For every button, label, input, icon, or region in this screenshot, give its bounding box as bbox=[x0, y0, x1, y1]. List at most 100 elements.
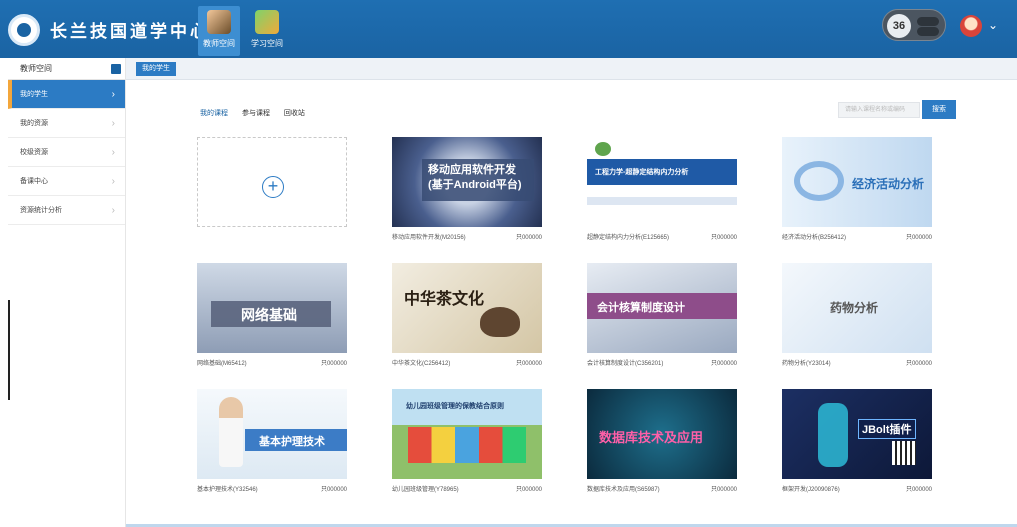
scrollbar[interactable] bbox=[8, 300, 10, 400]
sidebar-item-label: 我的学生 bbox=[20, 91, 48, 98]
building-image bbox=[408, 427, 526, 463]
sidebar-item-label: 校级资源 bbox=[20, 149, 48, 156]
logo-icon bbox=[8, 14, 40, 46]
course-name: 移动应用软件开发(M20156) bbox=[392, 235, 466, 241]
course-card[interactable]: 药物分析 药物分析(Y23014) 只000000 bbox=[782, 263, 934, 368]
course-banner-text: 会计核算制度设计 bbox=[597, 302, 685, 314]
chevron-right-icon: › bbox=[111, 176, 115, 187]
sidebar: 教师空间 我的学生 › 我的资源 › 校级资源 › 备课中心 › 资源统计分析 … bbox=[8, 58, 126, 527]
breadcrumb[interactable]: 我的学生 bbox=[136, 62, 176, 76]
course-thumbnail[interactable]: 移动应用软件开发 (基于Android平台) bbox=[392, 137, 542, 227]
chevron-down-icon[interactable]: ⌄ bbox=[988, 18, 998, 32]
course-price: 只000000 bbox=[515, 235, 542, 241]
thumb-stripe bbox=[587, 197, 737, 205]
course-name: 经济活动分析(B256412) bbox=[782, 235, 847, 241]
sidebar-item-resource-stats[interactable]: 资源统计分析 › bbox=[8, 196, 125, 225]
course-name: 药物分析(Y23014) bbox=[782, 361, 831, 367]
sidebar-item-lesson-prep[interactable]: 备课中心 › bbox=[8, 167, 125, 196]
sidebar-item-my-students[interactable]: 我的学生 › bbox=[8, 80, 125, 109]
collapse-icon[interactable] bbox=[111, 64, 121, 74]
course-card[interactable]: 幼儿园班级管理的保教结合原则 幼儿园班级管理(Y78965) 只000000 bbox=[392, 389, 544, 494]
course-banner-text: 中华茶文化 bbox=[404, 289, 485, 308]
search-button[interactable]: 搜索 bbox=[922, 100, 956, 119]
course-caption: 网络基础(M65412) 只000000 bbox=[197, 358, 349, 368]
course-thumbnail[interactable]: 数据库技术及应用 bbox=[587, 389, 737, 479]
course-card[interactable]: 数据库技术及应用 数据库技术及应用(S65987) 只000000 bbox=[587, 389, 739, 494]
course-price: 只000000 bbox=[515, 487, 542, 493]
course-banner-text: 经济活动分析 bbox=[852, 177, 925, 191]
tab-recycle-bin[interactable]: 回收站 bbox=[284, 110, 305, 117]
course-caption: 中华茶文化(C256412) 只000000 bbox=[392, 358, 544, 368]
course-caption: 数据库技术及应用(S65987) 只000000 bbox=[587, 484, 739, 494]
add-course-thumb[interactable]: + bbox=[197, 137, 347, 227]
avatar[interactable] bbox=[960, 15, 982, 37]
course-name: 基本护理技术(Y32546) bbox=[197, 487, 258, 493]
course-banner-text: 移动应用软件开发 (基于Android平台) bbox=[428, 164, 522, 191]
course-card[interactable]: 会计核算制度设计 会计核算制度设计(C356201) 只000000 bbox=[587, 263, 739, 368]
robot-image bbox=[818, 403, 848, 467]
course-card[interactable]: 网络基础 网络基础(M65412) 只000000 bbox=[197, 263, 349, 368]
course-thumbnail[interactable]: 网络基础 bbox=[197, 263, 347, 353]
course-name: 框架开发(J20090876) bbox=[782, 487, 840, 493]
qr-code-icon bbox=[892, 441, 916, 465]
course-price: 只000000 bbox=[710, 361, 737, 367]
sidebar-header: 教师空间 bbox=[8, 58, 125, 80]
search-input[interactable]: 请输入课程名称或编码 bbox=[838, 102, 920, 118]
sidebar-title: 教师空间 bbox=[20, 64, 52, 73]
sidebar-item-label: 备课中心 bbox=[20, 178, 48, 185]
course-price: 只000000 bbox=[320, 487, 347, 493]
timer-widget[interactable]: 36 bbox=[882, 9, 946, 41]
course-thumbnail[interactable]: 中华茶文化 bbox=[392, 263, 542, 353]
tab-my-courses[interactable]: 我的课程 bbox=[200, 110, 228, 117]
breadcrumb-bar: 我的学生 bbox=[126, 58, 1017, 80]
course-card[interactable]: 工程力学-超静定结构内力分析 超静定结构内力分析(E125665) 只00000… bbox=[587, 137, 739, 242]
course-card[interactable]: JBolt插件 框架开发(J20090876) 只000000 bbox=[782, 389, 934, 494]
course-thumbnail[interactable]: 基本护理技术 bbox=[197, 389, 347, 479]
tab-joined-courses[interactable]: 参与课程 bbox=[242, 110, 270, 117]
course-caption: 药物分析(Y23014) 只000000 bbox=[782, 358, 934, 368]
sidebar-item-school-resources[interactable]: 校级资源 › bbox=[8, 138, 125, 167]
course-thumbnail[interactable]: JBolt插件 bbox=[782, 389, 932, 479]
course-price: 只000000 bbox=[320, 361, 347, 367]
course-thumbnail[interactable]: 经济活动分析 bbox=[782, 137, 932, 227]
course-banner-text: 工程力学-超静定结构内力分析 bbox=[595, 169, 689, 176]
course-price: 只000000 bbox=[905, 361, 932, 367]
course-name: 数据库技术及应用(S65987) bbox=[587, 487, 660, 493]
course-name: 中华茶文化(C256412) bbox=[392, 361, 451, 367]
course-thumbnail[interactable]: 会计核算制度设计 bbox=[587, 263, 737, 353]
course-name: 网络基础(M65412) bbox=[197, 361, 247, 367]
nav-tab-label: 教师空间 bbox=[203, 39, 235, 48]
sidebar-item-my-resources[interactable]: 我的资源 › bbox=[8, 109, 125, 138]
course-caption: 超静定结构内力分析(E125665) 只000000 bbox=[587, 232, 739, 242]
course-card[interactable]: 经济活动分析 经济活动分析(B256412) 只000000 bbox=[782, 137, 934, 242]
nurse-image bbox=[219, 397, 243, 467]
course-thumbnail[interactable]: 工程力学-超静定结构内力分析 bbox=[587, 137, 737, 227]
nav-tab-learning-space[interactable]: 学习空间 bbox=[246, 6, 288, 56]
chevron-right-icon: › bbox=[111, 118, 115, 129]
course-caption: 经济活动分析(B256412) 只000000 bbox=[782, 232, 934, 242]
course-price: 只000000 bbox=[710, 487, 737, 493]
cycle-icon bbox=[794, 161, 844, 201]
course-price: 只000000 bbox=[905, 235, 932, 241]
course-name: 幼儿园班级管理(Y78965) bbox=[392, 487, 459, 493]
sidebar-item-label: 资源统计分析 bbox=[20, 207, 62, 214]
course-card[interactable]: 移动应用软件开发 (基于Android平台) 移动应用软件开发(M20156) … bbox=[392, 137, 544, 242]
add-course-card[interactable]: + bbox=[197, 137, 349, 227]
chevron-right-icon: › bbox=[111, 205, 115, 216]
course-name: 超静定结构内力分析(E125665) bbox=[587, 235, 670, 241]
learning-icon bbox=[255, 10, 279, 34]
course-caption: 会计核算制度设计(C356201) 只000000 bbox=[587, 358, 739, 368]
course-price: 只000000 bbox=[905, 487, 932, 493]
course-banner-text: JBolt插件 bbox=[858, 419, 916, 439]
nav-tab-label: 学习空间 bbox=[251, 39, 283, 48]
course-caption: 基本护理技术(Y32546) 只000000 bbox=[197, 484, 349, 494]
timer-bar bbox=[917, 17, 939, 26]
course-thumbnail[interactable]: 幼儿园班级管理的保教结合原则 bbox=[392, 389, 542, 479]
course-card[interactable]: 基本护理技术 基本护理技术(Y32546) 只000000 bbox=[197, 389, 349, 494]
timer-value: 36 bbox=[887, 14, 911, 38]
course-card[interactable]: 中华茶文化 中华茶文化(C256412) 只000000 bbox=[392, 263, 544, 368]
course-caption: 框架开发(J20090876) 只000000 bbox=[782, 484, 934, 494]
nav-tab-teacher-space[interactable]: 教师空间 bbox=[198, 6, 240, 56]
timer-bar bbox=[917, 27, 939, 36]
course-thumbnail[interactable]: 药物分析 bbox=[782, 263, 932, 353]
